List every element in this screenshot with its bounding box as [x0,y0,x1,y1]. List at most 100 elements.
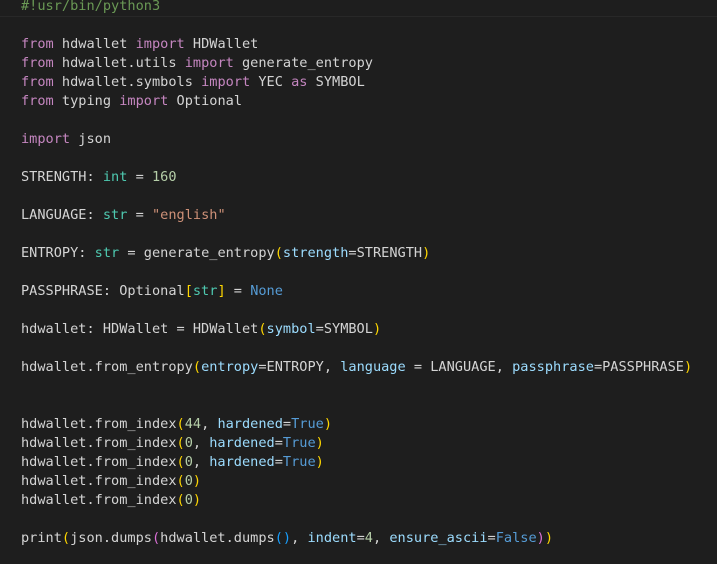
code-token: , [372,530,390,546]
code-token: hdwallet: HDWallet = HDWallet [21,321,259,337]
code-token: , [201,416,218,432]
code-token: hdwallet.symbols [53,74,202,90]
code-line[interactable]: from hdwallet.symbols import YEC as SYMB… [21,73,692,92]
code-line[interactable] [21,301,692,320]
code-token: =STRENGTH [348,245,423,261]
code-line[interactable]: from hdwallet import HDWallet [21,35,692,54]
code-line[interactable]: from hdwallet.utils import generate_entr… [21,54,692,73]
code-token: as [291,74,308,90]
code-token: ( [192,359,202,375]
code-line[interactable]: hdwallet: HDWallet = HDWallet(symbol=SYM… [21,320,692,339]
code-token: Optional [168,93,243,109]
code-token: False [495,530,537,546]
code-line[interactable]: from typing import Optional [21,92,692,111]
code-token: () [274,530,292,546]
code-token: =ENTROPY, [258,359,341,375]
code-line[interactable]: PASSPHRASE: Optional[str] = None [21,282,692,301]
code-line[interactable]: import json [21,130,692,149]
code-line[interactable]: ENTROPY: str = generate_entropy(strength… [21,244,692,263]
code-token: ) [372,321,382,337]
code-token: json [70,131,112,147]
code-token: str [192,283,218,299]
code-token: import [201,74,251,90]
code-line[interactable]: hdwallet.from_entropy(entropy=ENTROPY, l… [21,358,692,377]
code-token: ) [315,435,324,451]
code-line[interactable]: #!usr/bin/python3 [21,0,692,16]
code-token: , [192,435,210,451]
code-line[interactable] [21,225,692,244]
code-token: =SYMBOL [315,321,373,337]
code-token: = [282,416,292,432]
code-token: = [274,435,283,451]
code-token: None [250,283,283,299]
code-token: ENTROPY: [21,245,95,261]
code-line[interactable] [21,396,692,415]
code-line[interactable] [21,111,692,130]
code-token: typing [53,93,120,109]
code-token: = [225,283,251,299]
code-line[interactable] [21,149,692,168]
code-token: SYMBOL [307,74,365,90]
code-token: language [340,359,406,375]
code-token: import [135,36,185,52]
code-token: hdwallet.dumps [160,530,275,546]
code-line[interactable]: hdwallet.from_index(0, hardened=True) [21,434,692,453]
code-token: ) [544,530,554,546]
code-token: ( [258,321,267,337]
code-line[interactable] [21,377,692,396]
code-token: #!usr/bin/python3 [21,0,161,14]
code-token: hdwallet [53,36,136,52]
code-token: 0 [184,492,193,508]
code-token: 0 [184,473,193,489]
code-token: True [282,435,316,451]
code-line[interactable] [21,339,692,358]
code-token: hdwallet.utils [53,55,185,71]
code-line[interactable]: LANGUAGE: str = "english" [21,206,692,225]
code-line[interactable]: hdwallet.from_index(0) [21,472,692,491]
code-token: import [119,93,169,109]
code-token: ( [176,454,185,470]
code-token: generate_entropy [233,55,373,71]
code-token: = [356,530,365,546]
code-token: , [291,530,308,546]
code-token: True [282,454,316,470]
code-token: int [102,169,128,185]
code-token: json.dumps [70,530,152,546]
code-line[interactable] [21,263,692,282]
code-token: hardened [217,416,283,432]
code-line[interactable]: STRENGTH: int = 160 [21,168,692,187]
code-token: ( [176,473,185,489]
code-token: ensure_ascii [389,530,488,546]
code-token: 44 [184,416,202,432]
code-token: PASSPHRASE: Optional [21,283,185,299]
code-token: = [127,207,152,223]
code-token: str [94,245,120,261]
code-token: print [21,530,62,546]
code-line[interactable]: hdwallet.from_index(0, hardened=True) [21,453,692,472]
code-line[interactable] [21,16,692,35]
code-token: indent [307,530,357,546]
code-line[interactable]: print(json.dumps(hdwallet.dumps(), inden… [21,529,692,548]
code-token: ) [536,530,545,546]
code-token: hdwallet.from_index [21,454,177,470]
code-token: ( [274,245,283,261]
code-editor[interactable]: #!usr/bin/python3 from hdwallet import H… [0,0,717,564]
code-token: from [21,55,54,71]
code-token: hdwallet.from_index [21,473,177,489]
code-line[interactable] [21,187,692,206]
code-token: 0 [184,454,193,470]
code-token: strength [282,245,349,261]
code-token: str [102,207,128,223]
code-content[interactable]: #!usr/bin/python3 from hdwallet import H… [21,0,692,548]
code-token: from [21,93,54,109]
code-line[interactable] [21,510,692,529]
code-line[interactable]: hdwallet.from_index(0) [21,491,692,510]
code-token: = [274,454,283,470]
code-token: ( [176,416,185,432]
code-token: ) [192,492,202,508]
code-token: from [21,36,54,52]
code-token: entropy [201,359,259,375]
code-line[interactable]: hdwallet.from_index(44, hardened=True) [21,415,692,434]
code-token: ( [176,435,185,451]
code-token: = [487,530,496,546]
